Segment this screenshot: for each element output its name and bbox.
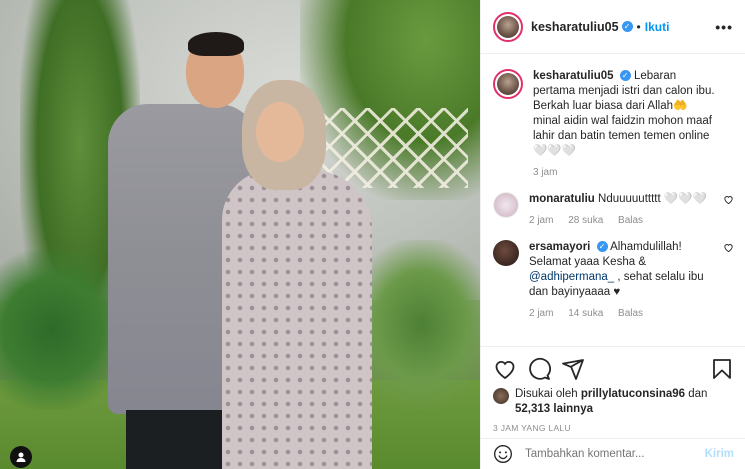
add-comment-bar: Kirim xyxy=(481,438,745,469)
commenter-avatar[interactable] xyxy=(493,192,519,218)
bookmark-icon[interactable] xyxy=(710,357,734,381)
comments-section[interactable]: kesharatuliu05 ✓ Lebaran pertama menjadi… xyxy=(481,55,745,343)
likes-text: Disukai oleh prillylatuconsina96 dan 52,… xyxy=(515,387,707,417)
post-header: kesharatuliu05 ✓ • Ikuti ••• xyxy=(481,0,745,54)
separator-dot: • xyxy=(636,19,641,34)
emoji-icon[interactable] xyxy=(493,444,513,464)
caption-body: kesharatuliu05 ✓ Lebaran pertama menjadi… xyxy=(533,69,734,180)
caption-text: Lebaran pertama menjadi istri dan calon … xyxy=(533,70,715,157)
comment-time[interactable]: 2 jam xyxy=(529,308,553,319)
likes-prefix: Disukai oleh xyxy=(515,388,578,400)
follow-button[interactable]: Ikuti xyxy=(645,20,670,34)
comment-author[interactable]: monaratuliu xyxy=(529,193,595,205)
post-actions: Disukai oleh prillylatuconsina96 dan 52,… xyxy=(481,346,745,433)
commenter-avatar[interactable] xyxy=(493,240,519,266)
verified-badge-icon: ✓ xyxy=(596,241,608,253)
comment-like-heart-icon[interactable] xyxy=(723,242,734,253)
likes-summary: Disukai oleh prillylatuconsina96 dan 52,… xyxy=(493,387,734,417)
comment-input[interactable] xyxy=(525,448,705,460)
comment-like-heart-icon[interactable] xyxy=(723,194,734,205)
comment-mention[interactable]: @adhipermana_ xyxy=(529,271,614,283)
liker-username[interactable]: prillylatuconsina96 xyxy=(581,388,685,400)
reply-button[interactable]: Balas xyxy=(618,215,643,226)
verified-badge-icon: ✓ xyxy=(621,21,633,32)
comment-likes[interactable]: 28 suka xyxy=(568,215,603,226)
caption-avatar-image xyxy=(497,73,519,95)
caption: kesharatuliu05 ✓ Lebaran pertama menjadi… xyxy=(493,69,734,180)
reply-button[interactable]: Balas xyxy=(618,308,643,319)
comment-likes[interactable]: 14 suka xyxy=(568,308,603,319)
comment-icon[interactable] xyxy=(527,357,551,381)
comment-item: ersamayori ✓ Alhamdulillah! Selamat yaaa… xyxy=(493,240,734,321)
likes-connector: dan xyxy=(688,388,708,400)
user-tag-icon[interactable] xyxy=(10,446,32,468)
man-hair xyxy=(188,32,244,56)
caption-meta: 3 jam xyxy=(533,165,716,180)
woman-figure xyxy=(222,80,372,469)
verified-badge-icon: ✓ xyxy=(619,70,631,82)
post-side-panel: kesharatuliu05 ✓ • Ikuti ••• kesharatuli… xyxy=(480,0,745,469)
comment-text: Nduuuuuttttt 🤍🤍🤍 xyxy=(598,193,707,205)
caption-author-avatar[interactable] xyxy=(493,69,523,99)
post-photo[interactable] xyxy=(0,0,480,469)
liker-avatar[interactable] xyxy=(493,388,509,404)
author-username[interactable]: kesharatuliu05 xyxy=(531,20,619,34)
man-pants xyxy=(126,410,236,469)
comment-meta: 2 jam 14 suka Balas xyxy=(529,306,716,321)
comment-body: ersamayori ✓ Alhamdulillah! Selamat yaaa… xyxy=(529,240,734,321)
likes-count[interactable]: 52,313 lainnya xyxy=(515,403,593,415)
woman-face xyxy=(256,102,304,162)
post-timestamp[interactable]: 3 JAM YANG LALU xyxy=(493,423,734,433)
send-comment-button[interactable]: Kirim xyxy=(705,448,734,460)
more-options-icon[interactable]: ••• xyxy=(715,19,733,35)
woman-dress xyxy=(222,170,372,469)
share-icon[interactable] xyxy=(561,357,585,381)
author-avatar[interactable] xyxy=(493,11,523,42)
heart-icon[interactable] xyxy=(493,357,517,381)
action-icons xyxy=(493,355,734,383)
caption-author[interactable]: kesharatuliu05 xyxy=(533,70,614,82)
comment-meta: 2 jam 28 suka Balas xyxy=(529,213,716,228)
comment-body: monaratuliu Nduuuuuttttt 🤍🤍🤍 2 jam 28 su… xyxy=(529,192,734,228)
comment-time[interactable]: 2 jam xyxy=(529,215,553,226)
author-avatar-image xyxy=(497,15,519,38)
comment-item: monaratuliu Nduuuuuttttt 🤍🤍🤍 2 jam 28 su… xyxy=(493,192,734,228)
comment-author[interactable]: ersamayori xyxy=(529,241,590,253)
caption-time[interactable]: 3 jam xyxy=(533,167,557,178)
